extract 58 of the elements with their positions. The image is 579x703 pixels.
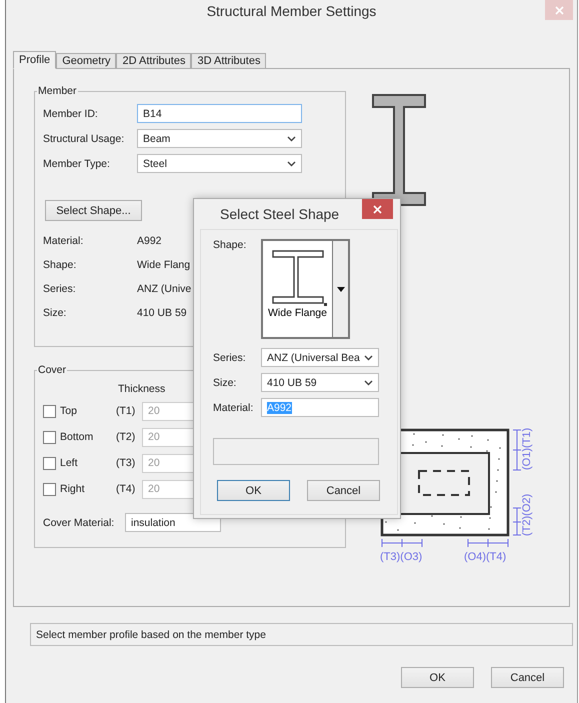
field-label: Shape: xyxy=(213,239,248,253)
field-label: Structural Usage: xyxy=(43,132,126,144)
code-label: (T4) xyxy=(116,483,136,495)
info-value: Wide Flang xyxy=(137,259,190,271)
code-label: (T1) xyxy=(116,405,136,417)
field-label: Size: xyxy=(213,376,238,388)
checkbox-label: Right xyxy=(60,483,86,495)
close-icon xyxy=(373,204,382,214)
close-button[interactable] xyxy=(362,199,393,219)
info-label: Series: xyxy=(43,283,77,295)
checkbox-label: Bottom xyxy=(60,431,94,443)
dimension-label: (T3)(O3) xyxy=(380,551,422,563)
tab[interactable]: Geometry xyxy=(56,53,116,69)
info-value: 410 UB 59 xyxy=(137,307,187,319)
dialog-button[interactable]: OK xyxy=(217,480,290,501)
info-value: ANZ (Unive xyxy=(137,283,192,295)
dimension-label: (O1)(T1) xyxy=(521,428,533,470)
code-label: (T2) xyxy=(116,431,136,443)
field-label: Series: xyxy=(213,352,247,364)
chevron-icon xyxy=(287,136,296,142)
select-shape-button[interactable]: Select Shape... xyxy=(45,200,142,221)
dropdown-arrow-icon xyxy=(336,286,344,292)
shape-picker[interactable]: Wide Flange xyxy=(261,239,350,339)
dialog-title: Select Steel Shape xyxy=(220,206,340,222)
dropdown[interactable]: 410 UB 59 xyxy=(261,373,379,392)
field-label: Cover Material: xyxy=(43,516,116,528)
tab[interactable]: 2D Attributes xyxy=(116,53,192,69)
chevron-icon xyxy=(364,380,373,386)
input-field[interactable]: insulation xyxy=(125,513,221,532)
tab[interactable]: Profile xyxy=(13,51,56,69)
info-label: Shape: xyxy=(43,259,78,271)
dialog-button[interactable]: Cancel xyxy=(307,480,380,501)
column-heading: Thickness xyxy=(118,383,166,395)
status-text: Select member profile based on the member type xyxy=(30,623,573,646)
input-field[interactable]: B14 xyxy=(137,104,302,123)
tab[interactable]: 3D Attributes xyxy=(191,53,266,69)
chevron-icon xyxy=(364,354,373,360)
field-label: Member ID: xyxy=(43,108,99,120)
info-value: A992 xyxy=(137,235,162,247)
dialog-button[interactable]: Cancel xyxy=(491,667,564,688)
dropdown[interactable]: ANZ (Universal Bea xyxy=(261,348,379,367)
code-label: (T3) xyxy=(116,457,136,469)
dimension-label: (T2)(O2) xyxy=(521,494,533,536)
info-label: Material: xyxy=(43,235,84,247)
info-label: Size: xyxy=(43,307,68,319)
field-label: Material: xyxy=(213,402,254,414)
dropdown[interactable]: Beam xyxy=(137,129,302,148)
dialog-button[interactable]: OK xyxy=(401,667,474,688)
dropdown[interactable]: Steel xyxy=(137,154,302,173)
group-title: Member xyxy=(37,85,78,97)
chevron-icon xyxy=(287,160,296,166)
checkbox-label: Top xyxy=(60,405,78,417)
close-icon xyxy=(554,6,564,14)
field-label: Member Type: xyxy=(43,158,111,170)
group-title: Cover xyxy=(37,364,68,376)
window-title: Structural Member Settings xyxy=(206,3,376,19)
checkbox-label: Left xyxy=(60,457,79,469)
dimension-label: (O4)(T4) xyxy=(464,551,506,563)
